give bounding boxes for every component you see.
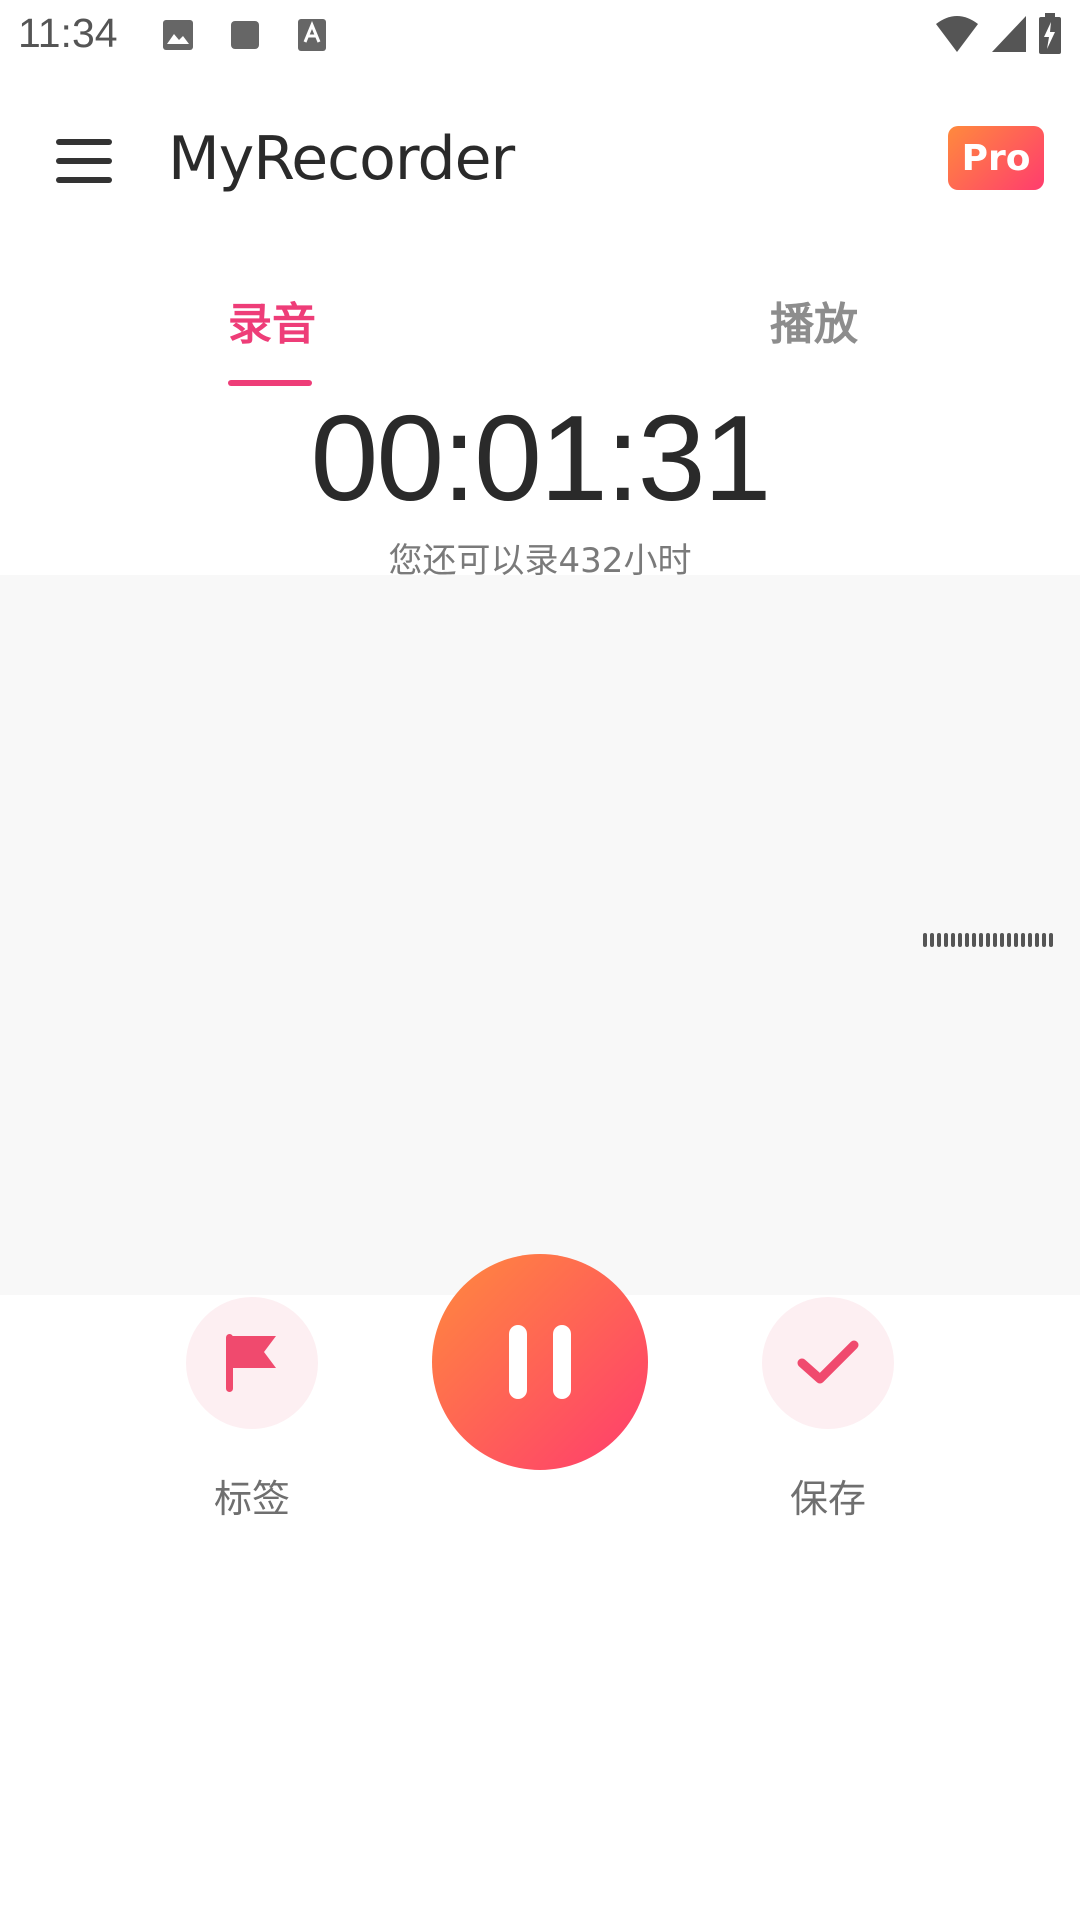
flag-icon	[226, 1334, 276, 1392]
status-right-icons	[934, 13, 1062, 54]
pro-badge-button[interactable]: Pro	[948, 126, 1044, 190]
save-button[interactable]	[762, 1297, 894, 1429]
tab-playback[interactable]: 播放	[770, 288, 858, 352]
app-title: MyRecorder	[168, 124, 515, 194]
tab-bar: 录音 播放	[0, 270, 1080, 390]
gallery-icon	[163, 20, 193, 50]
recording-controls: 标签 保存	[0, 1250, 1080, 1530]
pause-icon	[509, 1325, 527, 1399]
tag-button[interactable]	[186, 1297, 318, 1429]
pause-button[interactable]	[432, 1254, 648, 1470]
status-bar: 11:34	[0, 0, 1080, 74]
wifi-icon	[936, 16, 978, 52]
font-a-icon	[298, 19, 326, 51]
status-time: 11:34	[18, 10, 118, 56]
cell-signal-icon	[992, 16, 1026, 52]
recording-timer: 00:01:31	[310, 390, 772, 526]
square-icon	[231, 21, 259, 49]
tab-recording[interactable]: 录音	[228, 288, 316, 352]
app-bar: MyRecorder Pro	[0, 74, 1080, 244]
save-label: 保存	[789, 1477, 866, 1521]
tag-label: 标签	[213, 1477, 290, 1521]
battery-charging-icon	[1039, 13, 1061, 54]
hamburger-menu-icon[interactable]	[56, 139, 112, 183]
check-icon	[797, 1340, 859, 1384]
waveform-panel	[0, 575, 1080, 1295]
tab-indicator	[228, 380, 312, 386]
waveform-dots	[923, 933, 1053, 947]
